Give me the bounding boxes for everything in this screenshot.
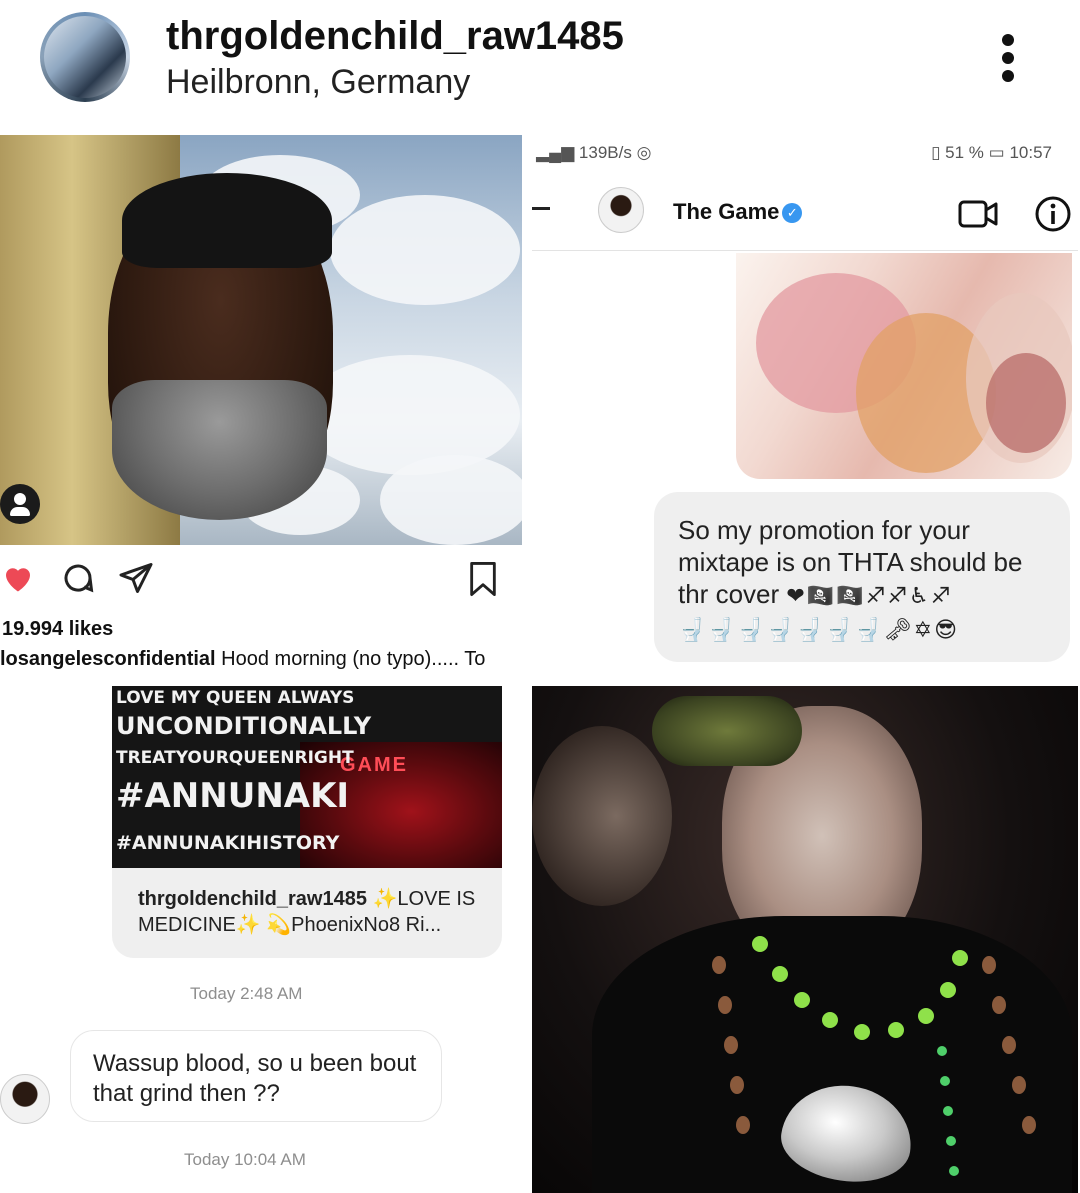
post-header: thrgoldenchild_raw1485 Heilbronn, German…: [0, 0, 1080, 134]
shared-line-5: #ANNUNAKIHISTORY: [116, 832, 340, 854]
heart-icon[interactable]: [0, 560, 36, 596]
caption-text: Hood morning (no typo)..... To: [221, 648, 486, 670]
post-caption: losangelesconfidential Hood morning (no …: [0, 648, 522, 671]
kebab-menu-icon[interactable]: [996, 30, 1020, 86]
back-icon[interactable]: [532, 207, 550, 210]
battery-icon: ▭: [988, 143, 1005, 162]
photo-bottom-right: [532, 686, 1078, 1193]
network-speed: 139B/s: [578, 143, 632, 162]
header-location[interactable]: Heilbronn, Germany: [166, 63, 470, 102]
post-actions: [0, 560, 522, 604]
clock: 10:57: [1009, 143, 1052, 162]
profile-avatar[interactable]: [40, 12, 130, 102]
dm-header: The Game ✓: [532, 175, 1078, 251]
contact-avatar[interactable]: [598, 187, 644, 233]
message-emojis-2: 🚽🚽🚽🚽🚽🚽🚽🗝✡😎: [678, 617, 960, 642]
caption-username[interactable]: losangelesconfidential: [0, 648, 216, 670]
message-text: Wassup blood, so u been bout that grind …: [93, 1050, 417, 1107]
info-icon[interactable]: [1034, 195, 1072, 233]
comment-icon[interactable]: [60, 560, 96, 596]
shared-line-4: #ANNUNAKI: [116, 776, 350, 816]
shared-post-image: GAME LOVE MY QUEEN ALWAYS UNCONDITIONALL…: [112, 686, 502, 868]
shared-line-2: UNCONDITIONALLY: [116, 712, 372, 740]
instagram-icon: ◎: [636, 143, 652, 162]
contact-name[interactable]: The Game ✓: [673, 199, 803, 225]
bookmark-icon[interactable]: [466, 560, 500, 598]
vibrate-icon: ▯: [931, 143, 946, 162]
dm-screenshot-top: ▂▄▆ 139B/s ◎ ▯ 51 % ▭ 10:57 The Game ✓ So…: [532, 135, 1078, 670]
message-emojis: ❤🏴‍☠️🏴‍☠️♐♐♿♐: [786, 583, 953, 608]
shared-post-caption: thrgoldenchild_raw1485 ✨LOVE IS MEDICINE…: [138, 886, 488, 938]
shared-post-username: thrgoldenchild_raw1485: [138, 888, 367, 910]
video-call-icon[interactable]: [958, 197, 1000, 231]
signal-icon: ▂▄▆: [536, 143, 579, 162]
shared-line-1: LOVE MY QUEEN ALWAYS: [116, 688, 355, 708]
post-photo: [0, 135, 522, 545]
share-icon[interactable]: [118, 560, 154, 596]
person-tag-icon[interactable]: [0, 484, 40, 524]
status-bar: ▂▄▆ 139B/s ◎ ▯ 51 % ▭ 10:57: [532, 135, 1078, 171]
sender-avatar[interactable]: [0, 1074, 50, 1124]
message-bubble[interactable]: So my promotion for your mixtape is on T…: [654, 492, 1070, 662]
dm-screenshot-bottom: GAME LOVE MY QUEEN ALWAYS UNCONDITIONALL…: [0, 686, 522, 1193]
verified-badge-icon: ✓: [782, 203, 803, 223]
header-username[interactable]: thrgoldenchild_raw1485: [166, 14, 624, 59]
message-bubble[interactable]: Wassup blood, so u been bout that grind …: [70, 1030, 442, 1122]
battery-percent: 51 %: [945, 143, 984, 162]
likes-count[interactable]: 19.994 likes: [2, 618, 113, 641]
timestamp: Today 2:48 AM: [190, 984, 303, 1003]
shared-image[interactable]: [736, 253, 1072, 479]
timestamp: Today 10:04 AM: [184, 1150, 306, 1169]
shared-line-3: TREATYOURQUEENRIGHT: [116, 748, 354, 768]
shared-post-card[interactable]: GAME LOVE MY QUEEN ALWAYS UNCONDITIONALL…: [112, 686, 502, 958]
